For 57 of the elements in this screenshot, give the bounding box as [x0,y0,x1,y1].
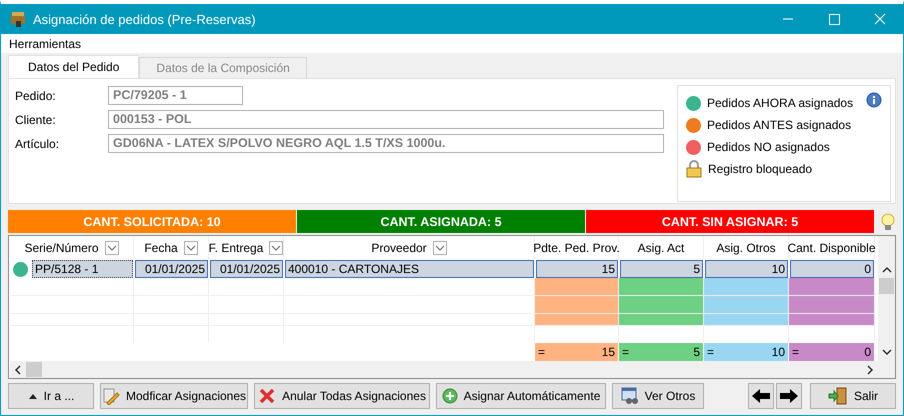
read-only-field: PC/79205 - 1 [108,86,243,105]
plus-circle-icon [442,388,458,404]
table-cell: 0 [864,262,871,276]
dropdown-icon[interactable] [269,241,284,255]
field-label: Pedido: [14,88,57,102]
table-cell: 5 [693,262,700,276]
legend-label: Pedidos NO asignados [707,140,830,154]
action-button[interactable]: Ir a ... [8,383,94,409]
cross-icon [258,387,276,405]
window-title: Asignación de pedidos (Pre-Reservas) [33,12,257,26]
field-label: Artículo: [14,136,60,150]
next-button[interactable] [776,383,802,409]
dropdown-icon[interactable] [432,241,447,255]
action-button[interactable]: Anular Todas Asignaciones [254,383,430,409]
vertical-scrollbar[interactable] [878,236,895,378]
quantity-banner: CANT. SIN ASIGNAR: 5 [586,210,874,233]
action-button[interactable]: Asignar Automáticamente [436,383,606,409]
action-button[interactable]: Modficar Asignaciones [100,383,248,409]
window-binoculars-icon [620,387,639,405]
dropdown-icon[interactable] [184,241,198,255]
table-cell: 01/01/2025 [220,262,280,276]
lightbulb-icon[interactable] [880,212,896,230]
left-arrow-icon [751,388,771,404]
table-cell: 01/01/2025 [144,262,205,276]
read-only-field: 000153 - POL [108,110,664,129]
table-row[interactable]: PP/5128 - 1 01/01/2025 01/01/2025 400010 - CARTONAJES 15 5 10 0 [10,260,878,278]
previous-button[interactable] [748,383,774,409]
scroll-thumb[interactable] [879,278,894,294]
total-cell: = 10 [704,343,788,361]
scroll-thumb[interactable] [26,362,42,377]
legend-label: Registro bloqueado [708,162,812,176]
tab[interactable]: Datos del Pedido [8,55,140,78]
action-button[interactable]: Ver Otros [612,383,704,409]
exit-door-icon [828,387,848,405]
dropdown-icon[interactable] [104,241,119,255]
total-cell: = 0 [789,343,874,361]
right-arrow-icon [779,388,799,404]
field-label: Cliente: [14,112,57,126]
box-icon [9,10,27,28]
padlock-icon [686,160,702,178]
menu-item[interactable]: Herramientas [9,36,82,50]
quantity-banner: CANT. ASIGNADA: 5 [297,210,585,233]
table-cell: PP/5128 - 1 [35,262,98,276]
table-cell: 400010 - CARTONAJES [288,262,419,276]
pencil-icon [102,387,120,405]
horizontal-scrollbar[interactable] [10,361,878,378]
legend-label: Pedidos AHORA asignados [707,96,854,110]
table-cell: 15 [602,262,615,276]
total-cell: = 15 [535,343,618,361]
legend-label: Pedidos ANTES asignados [707,118,852,132]
up-triangle-icon [28,392,38,400]
info-icon[interactable] [866,92,882,108]
total-cell: = 5 [619,343,703,361]
exit-button[interactable]: Salir [810,383,896,409]
table-cell: 10 [772,262,785,276]
quantity-banner: CANT. SOLICITADA: 10 [8,210,296,233]
read-only-field: GD06NA - LATEX S/POLVO NEGRO AQL 1.5 T/XS 1000u. [108,134,664,153]
